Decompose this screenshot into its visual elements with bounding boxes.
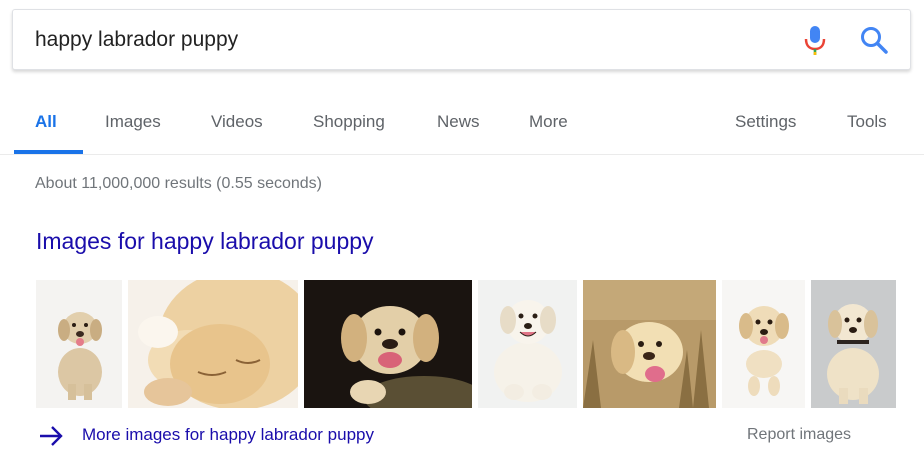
tab-settings[interactable]: Settings — [735, 112, 796, 132]
image-thumbnail[interactable] — [583, 280, 716, 408]
search-tabs: All Images Videos Shopping News More Set… — [0, 96, 924, 154]
tab-more[interactable]: More — [529, 112, 568, 132]
tab-news[interactable]: News — [437, 112, 480, 132]
microphone-icon[interactable] — [803, 25, 827, 57]
tab-all[interactable]: All — [35, 112, 57, 132]
image-thumbnail[interactable] — [722, 280, 805, 408]
search-box[interactable] — [12, 9, 911, 70]
image-thumbnail[interactable] — [36, 280, 122, 408]
search-input[interactable] — [35, 24, 775, 56]
tab-images[interactable]: Images — [105, 112, 161, 132]
tabs-divider — [0, 154, 924, 155]
results-stats: About 11,000,000 results (0.55 seconds) — [35, 175, 322, 192]
image-thumbnail[interactable] — [128, 280, 298, 408]
tab-shopping[interactable]: Shopping — [313, 112, 385, 132]
image-thumbnail[interactable] — [478, 280, 577, 408]
arrow-right-icon — [40, 426, 63, 446]
image-thumbnail[interactable] — [304, 280, 472, 408]
search-icon[interactable] — [858, 24, 890, 56]
tab-videos[interactable]: Videos — [211, 112, 263, 132]
image-thumbnail[interactable] — [811, 280, 896, 408]
tab-tools[interactable]: Tools — [847, 112, 887, 132]
more-images-label: More images for happy labrador puppy — [82, 425, 374, 444]
report-images-link[interactable]: Report images — [747, 426, 851, 444]
images-section-heading[interactable]: Images for happy labrador puppy — [36, 228, 374, 255]
